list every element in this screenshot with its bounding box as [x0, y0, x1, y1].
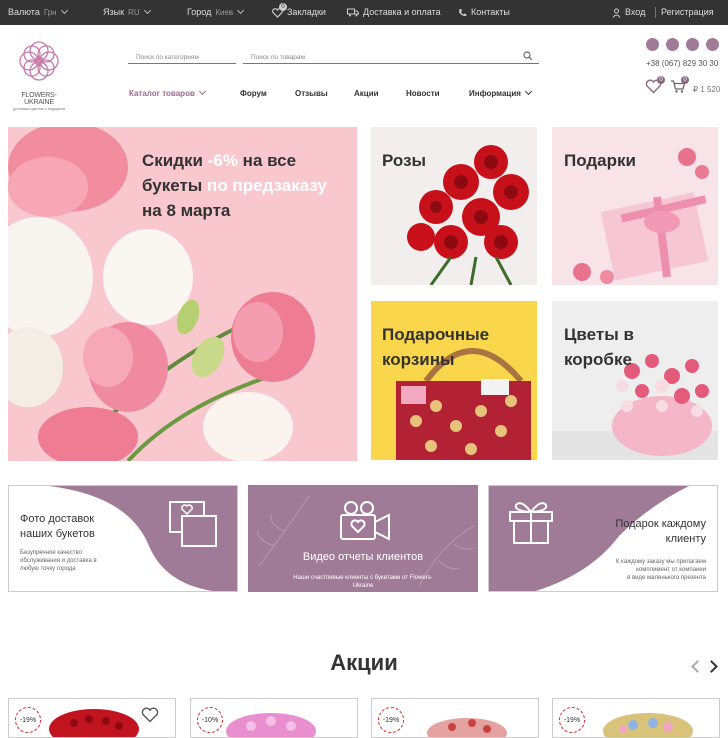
nav-catalog[interactable]: Каталог товаров — [129, 87, 206, 98]
category-tile-gifts[interactable]: Подарки — [552, 127, 718, 285]
wishlist-count-badge: 0 — [657, 76, 665, 84]
chevron-down-icon — [524, 87, 532, 96]
banner-title: Видео отчеты клиентов — [302, 551, 424, 563]
delivery-link[interactable]: Доставка и оплата — [347, 7, 441, 17]
divider — [655, 7, 656, 18]
discount-badge: -19% — [378, 707, 404, 733]
chevron-down-icon — [198, 87, 206, 96]
nav-news[interactable]: Новости — [406, 89, 440, 98]
bookmarks-count-badge: 0 — [279, 3, 287, 11]
truck-icon — [347, 8, 359, 17]
discount-badge: -19% — [15, 707, 41, 733]
promo-product-card[interactable]: -19% — [371, 698, 539, 738]
cart-total: ₽ 1 520 — [693, 85, 721, 94]
nav-reviews[interactable]: Отзывы — [295, 89, 328, 98]
logo[interactable]: FLOWERS-UKRAINE доставка цветов и подарк… — [8, 37, 70, 127]
tile-title: Розы — [382, 151, 427, 170]
chevron-down-icon — [143, 6, 151, 15]
discount-badge: -10% — [197, 707, 223, 733]
contacts-link[interactable]: Контакты — [458, 7, 510, 17]
category-tile-baskets[interactable]: Подарочные корзины — [371, 301, 537, 460]
banner-subtitle: Наши счастливые клиенты с букетами от Fl… — [293, 575, 433, 589]
banner-title: Фото доставок наших букетов — [20, 513, 95, 540]
banner-subtitle: Безупречное качество обслуживания и дост… — [20, 550, 97, 572]
logo-tagline: доставка цветов и подарков — [12, 106, 66, 111]
top-bar: Валюта Грн Язык RU Город Киев 0 Закладки Дос… — [0, 0, 728, 25]
instagram-icon[interactable] — [666, 38, 679, 51]
phone-number[interactable]: +38 (067) 829 30 30 — [646, 59, 718, 68]
heart-icon[interactable] — [141, 707, 159, 723]
category-tile-roses[interactable]: Розы — [371, 127, 537, 285]
whatsapp-icon[interactable] — [706, 38, 719, 51]
currency-select[interactable]: Валюта Грн — [8, 6, 68, 17]
video-camera-icon — [340, 501, 390, 541]
telegram-icon[interactable] — [686, 38, 699, 51]
promo-product-card[interactable]: -10% — [190, 698, 358, 738]
user-icon — [612, 8, 621, 18]
phone-icon — [459, 9, 467, 17]
hero-headline: Скидки -6% на все букеты по предзаказу н… — [142, 151, 327, 220]
wishlist-button[interactable]: 0 — [645, 76, 665, 99]
video-reports-banner[interactable]: Видео отчеты клиентов Наши счастливые кл… — [248, 485, 478, 592]
nav-promos[interactable]: Акции — [354, 89, 379, 98]
product-search-input[interactable]: Поиск по товарам — [243, 50, 539, 64]
city-select[interactable]: Город Киев — [187, 6, 245, 17]
bookmarks-link[interactable]: 0 Закладки — [272, 3, 326, 18]
category-tile-flower-box[interactable]: Цветы в коробке — [552, 301, 718, 460]
banner-subtitle: К каждому заказу мы прилагаем комплимент… — [615, 559, 706, 581]
logo-flower-icon — [19, 41, 59, 81]
language-select[interactable]: Язык RU — [103, 6, 151, 17]
category-search-input[interactable]: Поиск по категориям — [128, 50, 236, 64]
chevron-down-icon — [60, 6, 68, 15]
nav-forum[interactable]: Форум — [240, 89, 267, 98]
header: FLOWERS-UKRAINE доставка цветов и подарк… — [0, 25, 728, 125]
hero-promo-banner[interactable]: Скидки -6% на все букеты по предзаказу н… — [8, 127, 357, 461]
chevron-down-icon — [237, 6, 245, 15]
promos-section-title: Акции — [330, 650, 398, 675]
logo-text: FLOWERS-UKRAINE — [21, 92, 57, 106]
tile-title: Подарки — [564, 151, 636, 170]
photo-deliveries-banner[interactable]: Фото доставок наших букетов Безупречное … — [8, 485, 238, 592]
cart-button[interactable]: 0 — [670, 76, 689, 99]
search-icon[interactable] — [523, 51, 533, 61]
promo-product-card[interactable]: -19% — [552, 698, 720, 738]
gift-box-icon — [509, 502, 553, 544]
banner-title: Подарок каждому клиенту — [615, 518, 706, 545]
viber-icon[interactable] — [646, 38, 659, 51]
cart-count-badge: 0 — [681, 76, 689, 84]
register-link[interactable]: Регистрация — [661, 7, 714, 17]
login-link[interactable]: Вход — [612, 7, 645, 18]
photo-frame-icon — [169, 501, 217, 547]
nav-info[interactable]: Информация — [469, 87, 532, 98]
tile-title: Цветы в коробке — [564, 325, 634, 369]
promo-product-card[interactable]: -19% — [8, 698, 176, 738]
discount-badge: -19% — [559, 707, 585, 733]
tile-title: Подарочные корзины — [382, 325, 490, 369]
gift-for-client-banner[interactable]: Подарок каждому клиенту К каждому заказу… — [488, 485, 718, 592]
